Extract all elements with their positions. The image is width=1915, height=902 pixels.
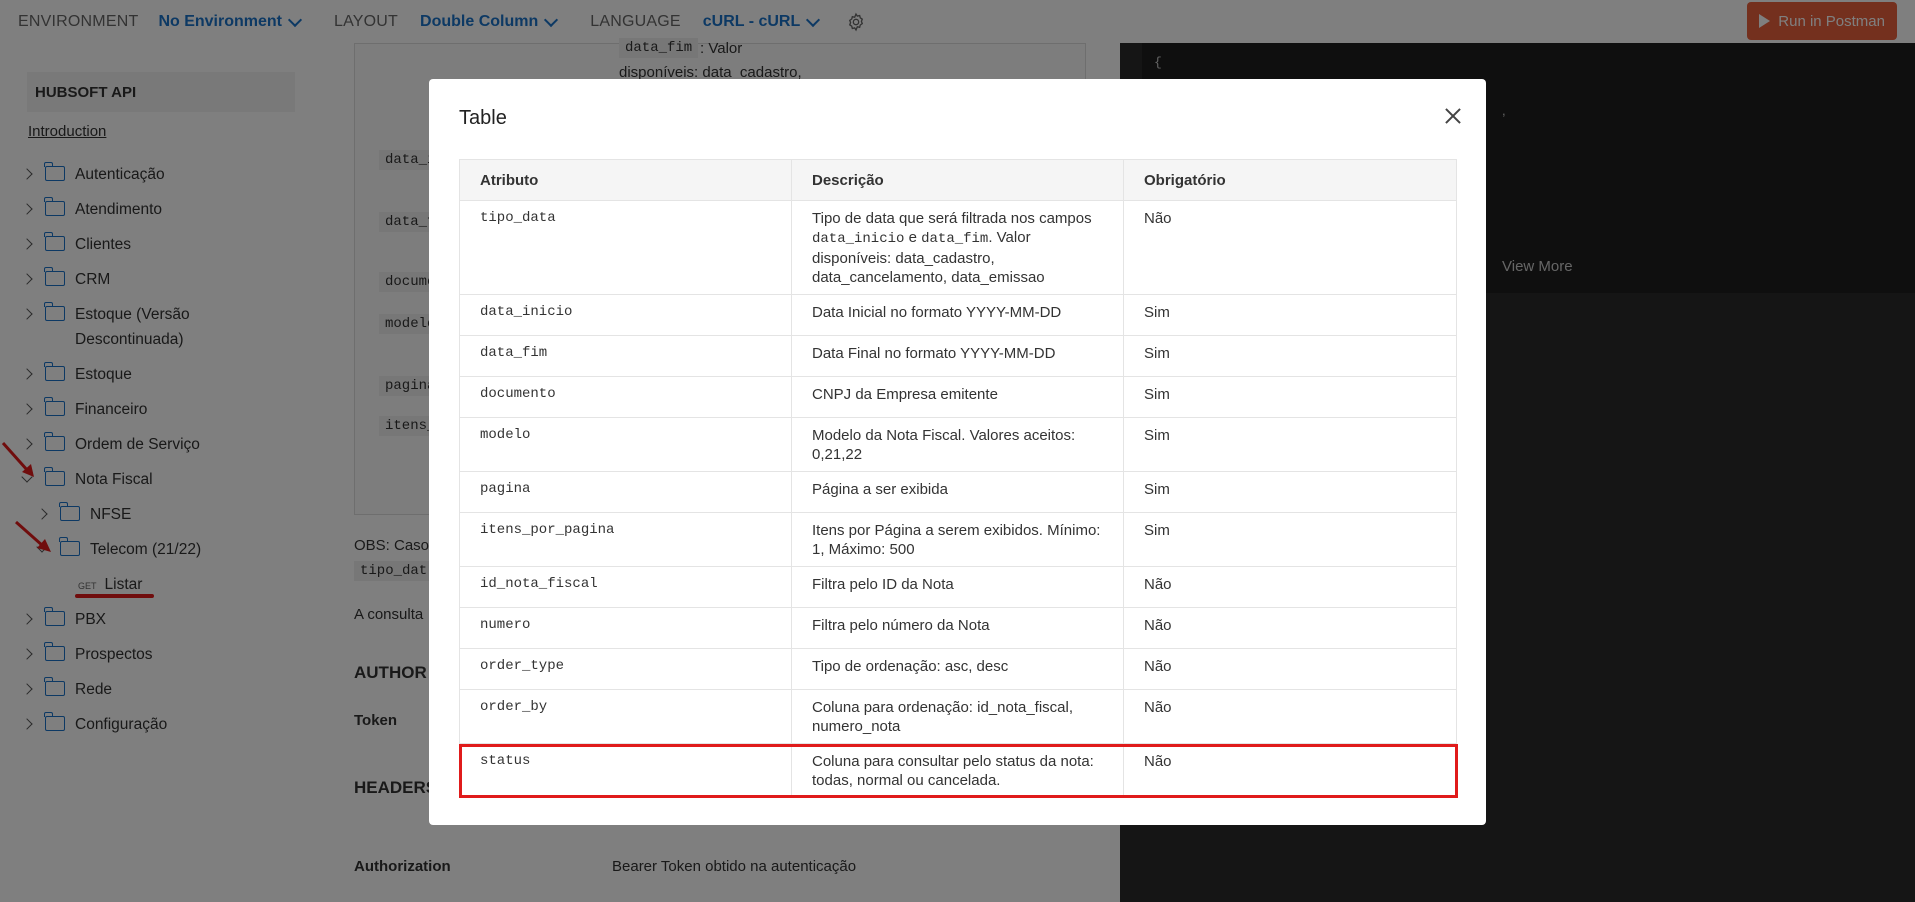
description-cell: Itens por Página a serem exibidos. Mínim… xyxy=(791,512,1124,567)
required-cell: Sim xyxy=(1123,512,1457,567)
column-header: Obrigatório xyxy=(1123,159,1457,201)
attribute-cell: tipo_data xyxy=(459,200,792,295)
table-row: itens_por_pagina Itens por Página a sere… xyxy=(459,512,1457,567)
attribute-cell: pagina xyxy=(459,471,792,513)
attributes-table: Atributo Descrição Obrigatório tipo_data… xyxy=(459,159,1457,798)
column-header: Atributo xyxy=(459,159,792,201)
description-cell: Data Inicial no formato YYYY-MM-DD xyxy=(791,294,1124,336)
attribute-cell: order_type xyxy=(459,648,792,690)
inline-code: data_inicio xyxy=(812,231,905,247)
attribute-cell: documento xyxy=(459,376,792,418)
required-cell: Não xyxy=(1123,200,1457,295)
table-modal: Table Atributo Descrição Obrigatório tip… xyxy=(429,79,1486,825)
attribute-cell: itens_por_pagina xyxy=(459,512,792,567)
required-cell: Não xyxy=(1123,566,1457,608)
attribute-cell: id_nota_fiscal xyxy=(459,566,792,608)
required-cell: Sim xyxy=(1123,294,1457,336)
table-row: tipo_data Tipo de data que será filtrada… xyxy=(459,200,1457,295)
required-cell: Sim xyxy=(1123,417,1457,472)
required-cell: Não xyxy=(1123,607,1457,649)
attribute-cell: modelo xyxy=(459,417,792,472)
required-cell: Sim xyxy=(1123,376,1457,418)
table-row: data_inicio Data Inicial no formato YYYY… xyxy=(459,294,1457,336)
table-row: modelo Modelo da Nota Fiscal. Valores ac… xyxy=(459,417,1457,472)
table-header-row: Atributo Descrição Obrigatório xyxy=(459,159,1457,201)
attribute-cell: status xyxy=(459,743,792,798)
close-icon[interactable] xyxy=(1442,105,1464,127)
description-cell: Coluna para ordenação: id_nota_fiscal, n… xyxy=(791,689,1124,744)
required-cell: Sim xyxy=(1123,335,1457,377)
description-text: e xyxy=(904,229,922,246)
attribute-cell: numero xyxy=(459,607,792,649)
required-cell: Sim xyxy=(1123,471,1457,513)
required-cell: Não xyxy=(1123,648,1457,690)
description-cell: Filtra pelo número da Nota xyxy=(791,607,1124,649)
table-row: numero Filtra pelo número da Nota Não xyxy=(459,607,1457,649)
attribute-cell: data_fim xyxy=(459,335,792,377)
description-cell: Tipo de data que será filtrada nos campo… xyxy=(791,200,1124,295)
table-row: documento CNPJ da Empresa emitente Sim xyxy=(459,376,1457,418)
table-row: status Coluna para consultar pelo status… xyxy=(459,743,1457,798)
attribute-cell: order_by xyxy=(459,689,792,744)
description-text: Tipo de data que será filtrada nos campo… xyxy=(812,210,1092,227)
description-cell: Página a ser exibida xyxy=(791,471,1124,513)
required-cell: Não xyxy=(1123,743,1457,798)
attribute-cell: data_inicio xyxy=(459,294,792,336)
table-row: data_fim Data Final no formato YYYY-MM-D… xyxy=(459,335,1457,377)
description-cell: Data Final no formato YYYY-MM-DD xyxy=(791,335,1124,377)
required-cell: Não xyxy=(1123,689,1457,744)
table-row: order_by Coluna para ordenação: id_nota_… xyxy=(459,689,1457,744)
description-cell: CNPJ da Empresa emitente xyxy=(791,376,1124,418)
description-cell: Tipo de ordenação: asc, desc xyxy=(791,648,1124,690)
inline-code: data_fim xyxy=(921,231,989,247)
table-row: order_type Tipo de ordenação: asc, desc … xyxy=(459,648,1457,690)
modal-title: Table xyxy=(459,107,507,129)
column-header: Descrição xyxy=(791,159,1124,201)
table-row: pagina Página a ser exibida Sim xyxy=(459,471,1457,513)
description-cell: Modelo da Nota Fiscal. Valores aceitos: … xyxy=(791,417,1124,472)
description-cell: Filtra pelo ID da Nota xyxy=(791,566,1124,608)
description-cell: Coluna para consultar pelo status da not… xyxy=(791,743,1124,798)
table-row: id_nota_fiscal Filtra pelo ID da Nota Nã… xyxy=(459,566,1457,608)
